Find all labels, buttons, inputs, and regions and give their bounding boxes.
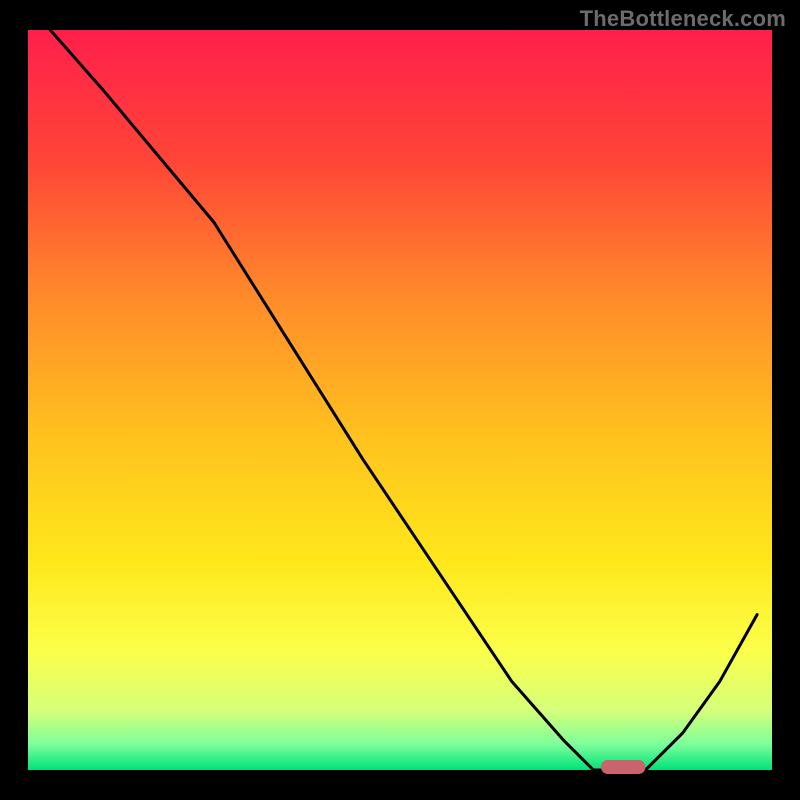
plot-area [28, 30, 772, 770]
watermark-text: TheBottleneck.com [580, 6, 786, 32]
chart-frame: TheBottleneck.com [0, 0, 800, 800]
optimal-zone-marker [601, 760, 646, 774]
bottleneck-chart [0, 0, 800, 800]
